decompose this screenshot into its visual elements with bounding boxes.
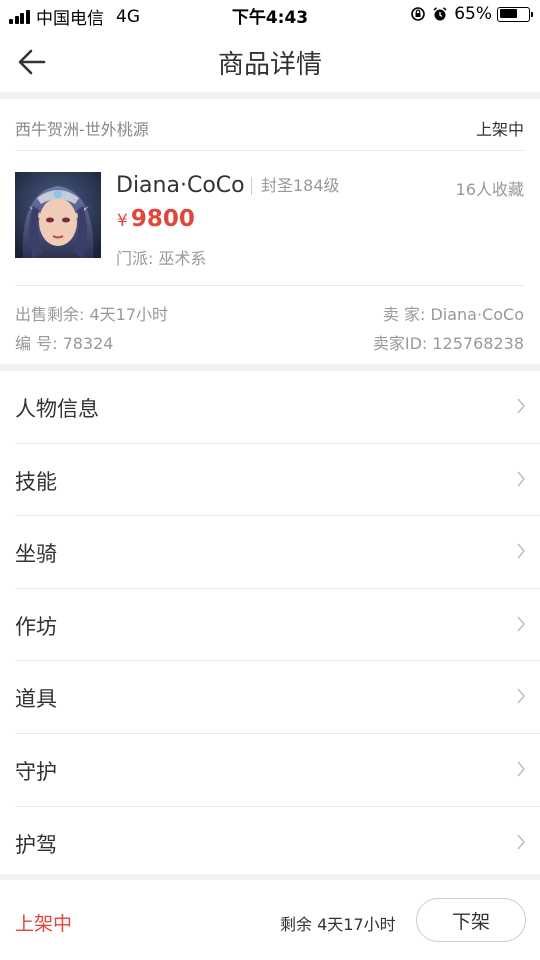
battery-level [499, 9, 518, 18]
footer-status: 上架中 [15, 913, 73, 935]
chevron-right-icon [517, 543, 525, 559]
nav-bar: 商品详情 [0, 30, 540, 92]
listing-card: 西牛贺洲-世外桃源 上架中 Diana·CoCo 封圣184级 16人收藏 ¥ … [0, 99, 540, 364]
menu-item-skills[interactable]: 技能 [0, 444, 540, 517]
divider [15, 285, 525, 286]
status-bar-right: 65% [410, 4, 533, 24]
divider [15, 150, 525, 151]
price: ¥9800 [117, 206, 195, 232]
detail-menu: 人物信息 技能 坐骑 作坊 道具 守护 护驾 [0, 371, 540, 879]
menu-item-label: 作坊 [15, 614, 57, 639]
currency-symbol: ¥ [117, 211, 128, 231]
character-school: 门派: 巫术系 [116, 249, 207, 268]
menu-item-label: 人物信息 [15, 397, 99, 421]
chevron-right-icon [517, 688, 525, 704]
menu-item-character-info[interactable]: 人物信息 [0, 371, 540, 444]
footer-bar: 上架中 剩余 4天17小时 下架 [0, 880, 540, 960]
battery-percent: 65% [454, 4, 492, 24]
menu-item-label: 道具 [15, 687, 57, 712]
character-name: Diana·CoCo [116, 173, 245, 198]
menu-item-mounts[interactable]: 坐骑 [0, 516, 540, 589]
server-name: 西牛贺洲-世外桃源 [15, 120, 149, 139]
footer-remaining-time: 剩余 4天17小时 [280, 915, 396, 934]
listing-status: 上架中 [475, 120, 524, 139]
chevron-right-icon [517, 398, 525, 414]
chevron-right-icon [517, 471, 525, 487]
chevron-right-icon [517, 834, 525, 850]
menu-item-label: 守护 [15, 759, 57, 784]
favorite-count: 16人收藏 [455, 180, 524, 199]
menu-item-escort[interactable]: 护驾 [0, 807, 540, 880]
seller-name: 卖 家: Diana·CoCo [382, 305, 524, 324]
battery-icon [497, 6, 533, 22]
seller-id: 卖家ID: 125768238 [372, 334, 524, 353]
page-title: 商品详情 [217, 50, 322, 80]
status-bar: 中国电信 4G 下午4:43 65% [0, 0, 540, 30]
menu-item-label: 技能 [15, 469, 57, 494]
orientation-lock-icon [411, 7, 426, 21]
chevron-right-icon [517, 616, 525, 632]
character-avatar[interactable] [15, 172, 101, 258]
menu-item-workshop[interactable]: 作坊 [0, 589, 540, 662]
menu-item-label: 护驾 [15, 832, 57, 857]
price-value: 9800 [130, 206, 195, 232]
section-gap [0, 364, 540, 371]
delist-button[interactable]: 下架 [416, 898, 526, 942]
character-level: 封圣184级 [251, 177, 340, 195]
alarm-icon [433, 7, 447, 21]
menu-item-items[interactable]: 道具 [0, 661, 540, 734]
listing-serial: 编 号: 78324 [15, 334, 114, 353]
chevron-right-icon [517, 761, 525, 777]
sale-remaining: 出售剩余: 4天17小时 [15, 305, 169, 324]
menu-item-label: 坐骑 [15, 542, 57, 567]
menu-item-guardian[interactable]: 守护 [0, 734, 540, 807]
section-gap [0, 92, 540, 99]
